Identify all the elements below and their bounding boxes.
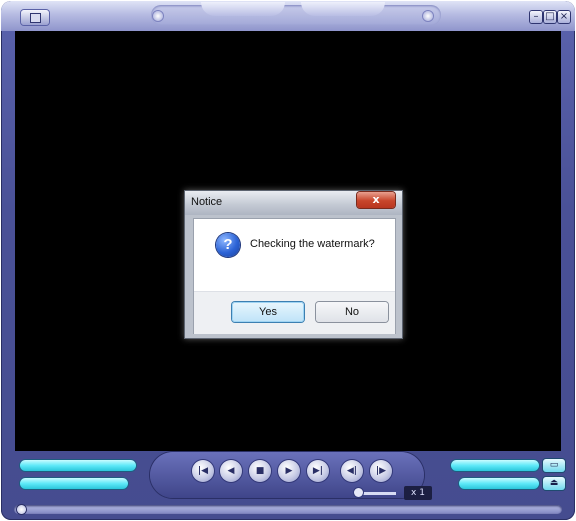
title-bar-rivet [153, 11, 163, 21]
title-bar-ornament [201, 2, 285, 16]
seek-bar[interactable] [14, 505, 562, 514]
play-icon: ▶ [285, 466, 293, 476]
minimize-button[interactable]: – [530, 11, 542, 23]
dialog-close-button[interactable]: x [357, 192, 395, 208]
rewind-icon: ◀ [227, 466, 235, 476]
right-indicator-bar-top [451, 460, 539, 471]
skip-forward-icon: ▶| [312, 466, 324, 476]
volume-knob[interactable] [354, 488, 363, 497]
folder-icon: ▭ [549, 460, 559, 470]
dialog-message: Checking the watermark? [250, 238, 375, 250]
notice-dialog: Notice x ? Checking the watermark? Yes N… [184, 190, 403, 339]
seek-knob[interactable] [17, 505, 26, 514]
question-icon: ? [216, 233, 240, 257]
close-button[interactable]: × [558, 11, 570, 23]
dialog-body: ? Checking the watermark? Yes No [193, 218, 396, 334]
title-bar[interactable]: – □ × [1, 1, 575, 31]
frame-forward-icon: |▶ [375, 466, 387, 476]
skip-back-icon: |◀ [197, 466, 209, 476]
skip-forward-button[interactable]: ▶| [307, 460, 329, 482]
menu-icon [30, 13, 41, 23]
frame-back-icon: ◀| [346, 466, 358, 476]
title-bar-rivet [423, 11, 433, 21]
speed-indicator: x 1 [404, 486, 432, 500]
yes-button[interactable]: Yes [232, 302, 304, 322]
frame-forward-button[interactable]: |▶ [370, 460, 392, 482]
skip-back-button[interactable]: |◀ [192, 460, 214, 482]
stop-icon: ■ [255, 466, 265, 476]
left-indicator-bar-bottom [20, 478, 128, 489]
rewind-button[interactable]: ◀ [220, 460, 242, 482]
open-file-button[interactable]: ▭ [543, 459, 565, 472]
frame-back-button[interactable]: ◀| [341, 460, 363, 482]
left-indicator-bar-top [20, 460, 136, 471]
stop-button[interactable]: ■ [249, 460, 271, 482]
dialog-button-area: Yes No [194, 291, 395, 334]
dialog-title-bar[interactable]: Notice x [185, 191, 402, 215]
dialog-title: Notice [191, 196, 223, 208]
eject-button[interactable]: ⏏ [543, 477, 565, 490]
right-indicator-bar-bottom [459, 478, 539, 489]
title-bar-groove [151, 5, 441, 25]
play-button[interactable]: ▶ [278, 460, 300, 482]
no-button[interactable]: No [316, 302, 388, 322]
title-bar-ornament [301, 2, 385, 16]
volume-track[interactable] [362, 492, 396, 495]
eject-icon: ⏏ [549, 478, 559, 488]
menu-button[interactable] [21, 10, 49, 25]
maximize-button[interactable]: □ [544, 11, 556, 23]
